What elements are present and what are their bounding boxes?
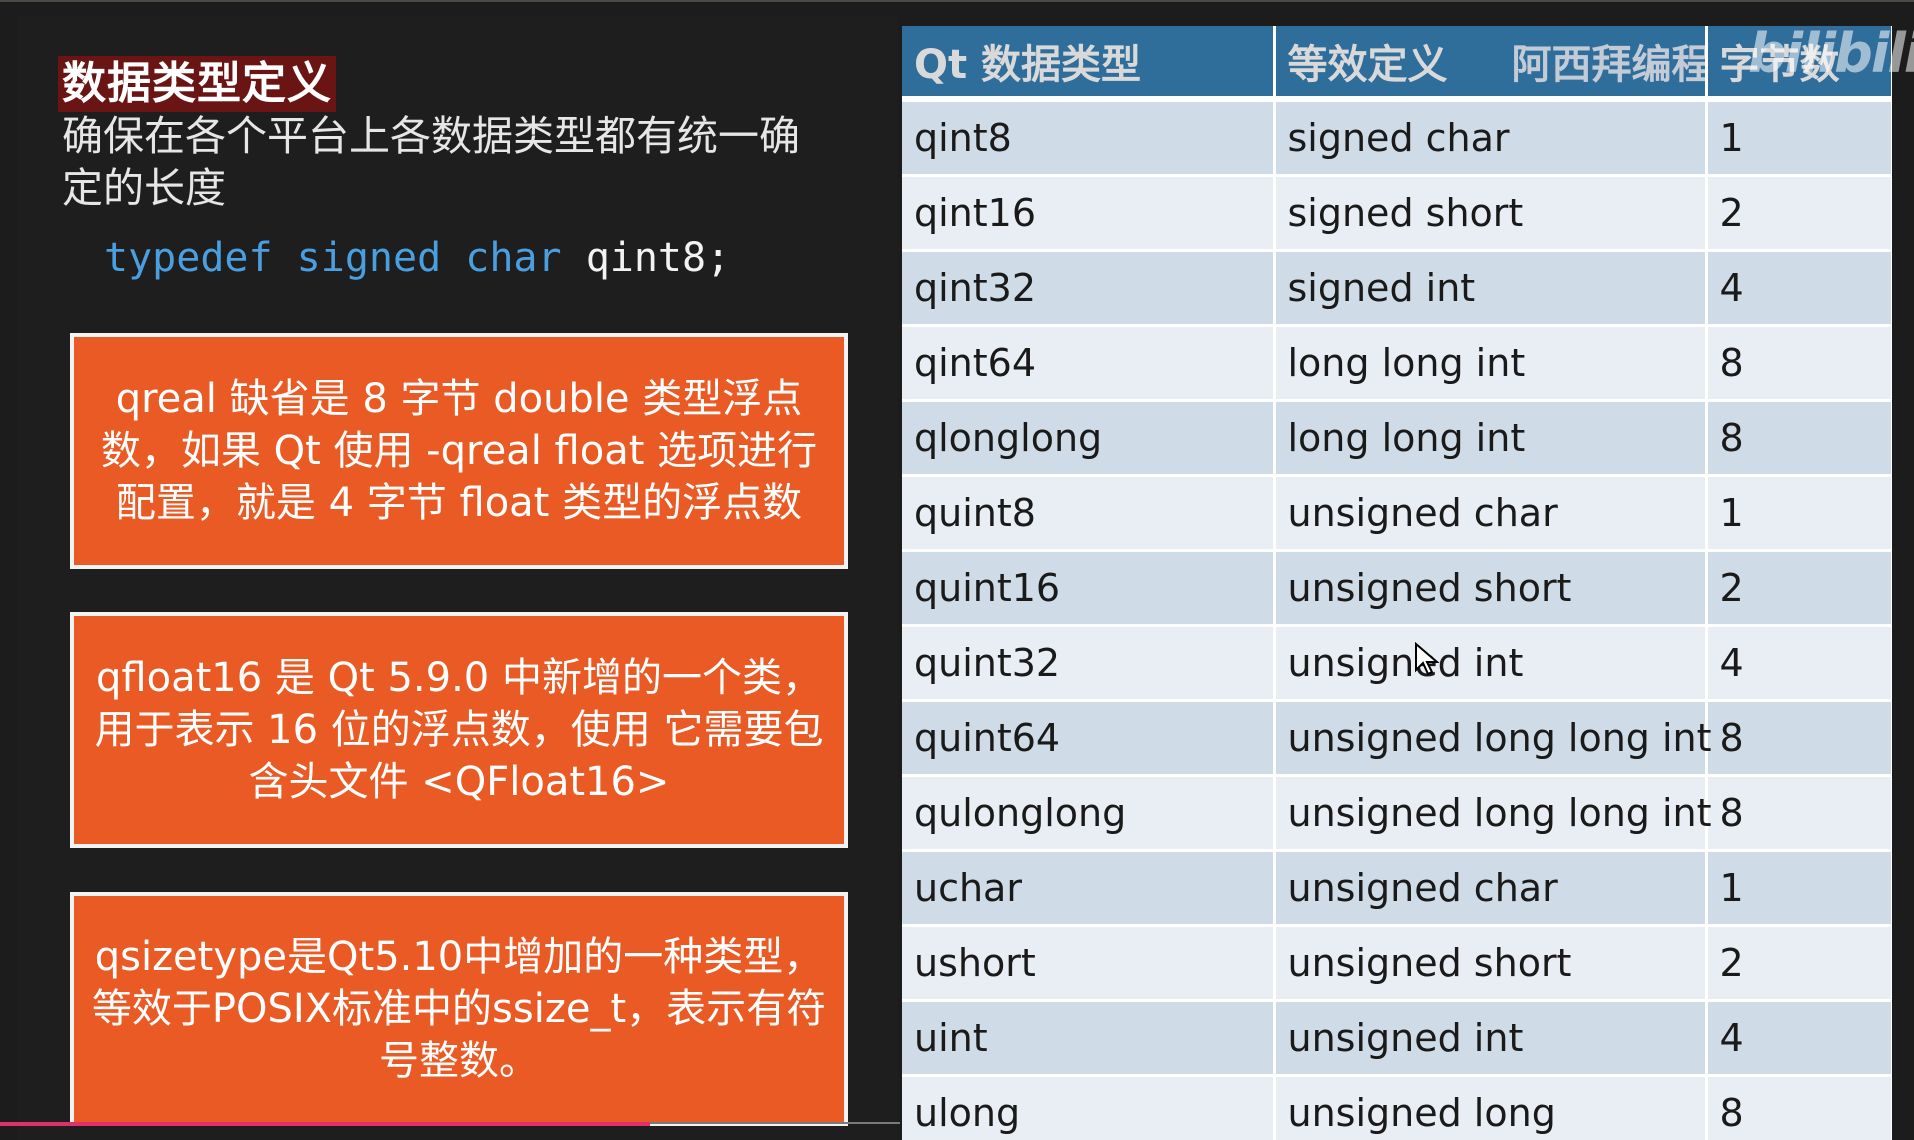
cell-equivalent: signed int [1274, 250, 1708, 327]
cell-qt-type: qint16 [902, 175, 1276, 252]
table-row: ulong unsigned long 8 [902, 1075, 1892, 1140]
code-keyword: char [465, 235, 562, 281]
cell-bytes: 8 [1706, 775, 1892, 852]
cell-bytes: 4 [1706, 250, 1892, 327]
mouse-cursor-icon [1415, 642, 1440, 676]
table-row: qlonglong long long int 8 [902, 400, 1892, 477]
cell-equivalent: unsigned short [1274, 550, 1708, 627]
code-identifier: qint8; [585, 235, 731, 281]
cell-bytes: 4 [1706, 625, 1892, 702]
table-row: uchar unsigned char 1 [902, 850, 1892, 927]
note-qsizetype: qsizetype是Qt5.10中增加的一种类型，等效于POSIX标准中的ssi… [70, 892, 848, 1126]
cell-qt-type: qulonglong [902, 775, 1276, 852]
header-equivalent-label: 等效定义 [1287, 42, 1448, 88]
cell-qt-type: qint32 [902, 250, 1276, 327]
cell-bytes: 4 [1706, 1000, 1892, 1077]
data-type-table-container: Qt 数据类型 等效定义 阿西拜编程 字节数 qint8 signed char 1 q… [902, 26, 1892, 1140]
cell-qt-type: quint64 [902, 700, 1276, 777]
code-keyword: signed [296, 235, 442, 281]
cell-equivalent: unsigned char [1274, 475, 1708, 552]
header-equivalent: 等效定义 阿西拜编程 [1274, 26, 1708, 102]
note-text: qreal 缺省是 8 字节 double 类型浮点数，如果 Qt 使用 -qr… [100, 376, 818, 526]
header-qt-type: Qt 数据类型 [902, 26, 1276, 102]
cell-qt-type: qint64 [902, 325, 1276, 402]
table-row: qint16 signed short 2 [902, 175, 1892, 252]
cell-qt-type: uint [902, 1000, 1276, 1077]
table-row: quint8 unsigned char 1 [902, 475, 1892, 552]
cell-bytes: 8 [1706, 400, 1892, 477]
cell-equivalent: unsigned int [1274, 625, 1708, 702]
video-progress-bar[interactable] [0, 1122, 650, 1126]
cell-bytes: 2 [1706, 925, 1892, 1002]
cell-bytes: 8 [1706, 325, 1892, 402]
cell-bytes: 1 [1706, 99, 1892, 177]
cell-qt-type: quint16 [902, 550, 1276, 627]
table-row: qint64 long long int 8 [902, 325, 1892, 402]
cell-equivalent: unsigned long long int [1274, 775, 1712, 852]
cell-equivalent: unsigned short [1274, 925, 1708, 1002]
cell-bytes: 8 [1706, 1075, 1892, 1140]
cell-equivalent: unsigned long long int [1274, 700, 1712, 777]
cell-qt-type: quint32 [902, 625, 1276, 702]
code-keyword: typedef [104, 235, 273, 281]
cell-equivalent: long long int [1274, 400, 1708, 477]
cell-equivalent: signed short [1274, 175, 1708, 252]
cell-qt-type: quint8 [902, 475, 1276, 552]
section-title: 数据类型定义 [58, 56, 336, 112]
cell-equivalent: signed char [1274, 99, 1708, 177]
table-row: qint32 signed int 4 [902, 250, 1892, 327]
table-row: qulonglong unsigned long long int 8 [902, 775, 1892, 852]
video-progress-track[interactable] [650, 1122, 900, 1124]
cell-qt-type: uchar [902, 850, 1276, 927]
data-type-table: Qt 数据类型 等效定义 阿西拜编程 字节数 qint8 signed char 1 q… [902, 26, 1892, 1140]
cell-qt-type: ushort [902, 925, 1276, 1002]
cell-equivalent: unsigned int [1274, 1000, 1708, 1077]
table-row: ushort unsigned short 2 [902, 925, 1892, 1002]
note-text: qfloat16 是 Qt 5.9.0 中新增的一个类，用于表示 16 位的浮点… [94, 655, 824, 805]
cell-qt-type: ulong [902, 1075, 1276, 1140]
section-description: 确保在各个平台上各数据类型都有统一确定的长度 [62, 112, 800, 212]
table-body: qint8 signed char 1 qint16 signed short 2 qint… [902, 99, 1892, 1140]
table-row: quint64 unsigned long long int 8 [902, 700, 1892, 777]
note-qfloat16: qfloat16 是 Qt 5.9.0 中新增的一个类，用于表示 16 位的浮点… [70, 612, 848, 848]
table-row: uint unsigned int 4 [902, 1000, 1892, 1077]
cell-qt-type: qlonglong [902, 400, 1276, 477]
cell-equivalent: long long int [1274, 325, 1708, 402]
cell-equivalent: unsigned char [1274, 850, 1708, 927]
table-row: quint32 unsigned int 4 [902, 625, 1892, 702]
cell-bytes: 1 [1706, 850, 1892, 927]
header-watermark: 阿西拜编程 [1511, 42, 1706, 88]
code-snippet: typedef signed char qint8; [104, 230, 730, 286]
cell-bytes: 2 [1706, 550, 1892, 627]
table-header-row: Qt 数据类型 等效定义 阿西拜编程 字节数 [902, 26, 1892, 102]
cell-bytes: 2 [1706, 175, 1892, 252]
table-row: quint16 unsigned short 2 [902, 550, 1892, 627]
note-qreal: qreal 缺省是 8 字节 double 类型浮点数，如果 Qt 使用 -qr… [70, 333, 848, 569]
cell-bytes: 1 [1706, 475, 1892, 552]
table-row: qint8 signed char 1 [902, 99, 1892, 177]
cell-bytes: 8 [1706, 700, 1892, 777]
note-text: qsizetype是Qt5.10中增加的一种类型，等效于POSIX标准中的ssi… [91, 934, 827, 1084]
cell-equivalent: unsigned long [1274, 1075, 1708, 1140]
bilibili-watermark-logo: bilibili [1748, 22, 1914, 85]
cell-qt-type: qint8 [902, 99, 1276, 177]
